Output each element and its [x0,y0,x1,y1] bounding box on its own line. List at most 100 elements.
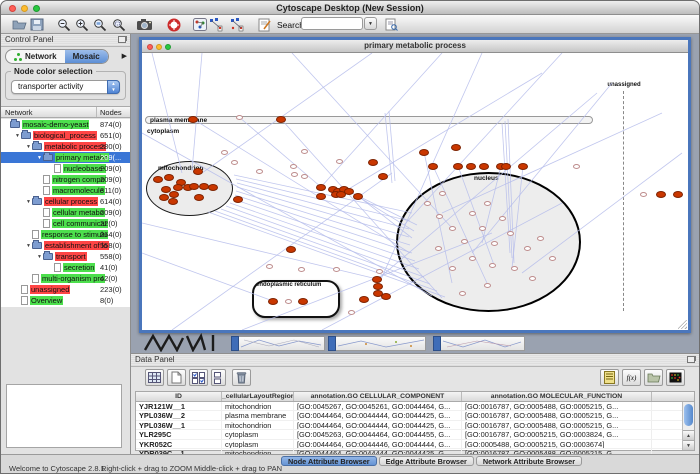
snapshot-icon[interactable] [137,17,153,32]
node-color-dropdown[interactable]: transporter activity ▲▼ [11,80,120,94]
network-node[interactable] [484,201,491,206]
search-options-icon[interactable] [383,17,399,32]
network-node[interactable] [153,176,163,183]
network-node[interactable] [435,246,442,251]
open-icon[interactable] [11,17,27,32]
tree-row[interactable]: macromolecule311(0) [1,185,130,196]
network-node[interactable] [459,291,466,296]
network-node[interactable] [285,299,292,304]
tree-row[interactable]: ▼primary metabo209(... [1,152,130,163]
network-node[interactable] [189,183,199,190]
minimized-window-thumbnail[interactable] [433,336,525,351]
column-header[interactable]: annotation.GO MOLECULAR_FUNCTION [462,392,652,401]
column-header[interactable]: ID [136,392,222,401]
network-node[interactable] [359,296,369,303]
network-node[interactable] [301,174,308,179]
tree-row[interactable]: ▼transport558(0) [1,251,130,262]
resize-grip-icon[interactable] [678,320,687,329]
network-canvas[interactable]: plasma membrane cytoplasm mitochondrion … [142,53,688,330]
zoom-selected-icon[interactable] [92,17,108,32]
network-node[interactable] [673,191,683,198]
network-node[interactable] [436,214,443,219]
unselect-attributes-icon[interactable] [211,369,226,386]
network-node[interactable] [479,226,486,231]
network-node[interactable] [276,116,286,123]
network-node[interactable] [290,164,297,169]
network-node[interactable] [164,174,174,181]
tree-row[interactable]: Overview8(0) [1,295,130,306]
scroll-down-icon[interactable]: ▼ [683,440,694,450]
table-row[interactable]: YJR121W__1mitochondrion[GO:0045267, GO:0… [136,402,694,411]
network-node[interactable] [194,194,204,201]
minimized-window-thumbnail[interactable] [231,336,325,351]
table-scrollbar[interactable]: ▲ ▼ [682,402,694,450]
tab-overflow-icon[interactable]: ▶ [122,52,127,60]
network-node[interactable] [298,298,308,305]
network-node[interactable] [316,193,326,200]
network-node[interactable] [489,263,496,268]
network-node[interactable] [231,160,238,165]
network-node[interactable] [491,241,498,246]
float-panel-icon[interactable] [118,36,126,43]
tree-row[interactable]: multi-organism pro42(0) [1,273,130,284]
network-node[interactable] [336,159,343,164]
network-node[interactable] [419,149,429,156]
expand-arrow-icon[interactable]: ▼ [36,254,43,260]
save-icon[interactable] [29,17,45,32]
new-attribute-icon[interactable] [167,369,186,386]
tree-row[interactable]: mosaic-demo-yeast874(0) [1,119,130,130]
overview-thumbnail[interactable] [143,333,221,352]
layout-a-icon[interactable] [209,17,225,32]
network-node[interactable] [169,191,179,198]
tab-node-attribute-browser[interactable]: Node Attribute Browser [281,456,377,466]
network-node[interactable] [373,283,383,290]
network-node[interactable] [469,256,476,261]
network-node[interactable] [449,226,456,231]
annotation-icon[interactable] [257,17,273,32]
network-node[interactable] [291,172,298,177]
table-row[interactable]: YPL036W__1mitochondrion[GO:0044464, GO:0… [136,421,694,430]
search-dropdown-icon[interactable]: ▼ [364,17,377,30]
network-node[interactable] [656,191,666,198]
tab-network[interactable]: Network [6,50,65,63]
select-attributes-icon[interactable] [189,369,208,386]
network-node[interactable] [507,231,514,236]
network-node[interactable] [188,116,198,123]
network-node[interactable] [368,159,378,166]
tree-row[interactable]: response to stimulu264(0) [1,229,130,240]
network-node[interactable] [173,184,183,191]
network-node[interactable] [286,246,296,253]
vizmap-icon[interactable] [192,17,208,32]
zoom-out-icon[interactable] [56,17,72,32]
network-node[interactable] [353,193,363,200]
column-header[interactable]: annotation.GO CELLULAR_COMPONENT [294,392,462,401]
network-node[interactable] [268,298,278,305]
network-node[interactable] [499,216,506,221]
tree-row[interactable]: ▼metabolic process280(0) [1,141,130,152]
tree-row[interactable]: unassigned223(0) [1,284,130,295]
network-node[interactable] [549,256,556,261]
layout-b-icon[interactable] [230,17,246,32]
table-row[interactable]: YPL036W__2plasma membrane[GO:0044464, GO… [136,411,694,420]
network-node[interactable] [378,173,388,180]
tab-edge-attribute-browser[interactable]: Edge Attribute Browser [379,456,474,466]
attribute-table[interactable]: ID_cellularLayoutRegionannotation.GO CEL… [135,391,695,451]
tree-row[interactable]: ▼biological_process651(0) [1,130,130,141]
network-node[interactable] [266,264,273,269]
help-icon[interactable] [166,17,182,32]
network-node[interactable] [428,163,438,170]
network-node[interactable] [451,144,461,151]
network-node[interactable] [529,276,536,281]
attribute-report-icon[interactable] [600,369,619,386]
network-node[interactable] [236,115,243,120]
expand-arrow-icon[interactable]: ▼ [14,133,21,139]
scroll-up-icon[interactable]: ▲ [683,430,694,440]
table-row[interactable]: YLR295Ccytoplasm[GO:0045263, GO:0044464,… [136,430,694,439]
network-node[interactable] [381,293,391,300]
table-row[interactable]: YKR052Ccytoplasm[GO:0044464, GO:0044446,… [136,440,694,449]
expand-arrow-icon[interactable]: ▼ [25,144,32,150]
delete-attribute-icon[interactable] [232,369,251,386]
network-node[interactable] [573,164,580,169]
network-node[interactable] [348,310,355,315]
tree-row[interactable]: cell communicat22(0) [1,218,130,229]
